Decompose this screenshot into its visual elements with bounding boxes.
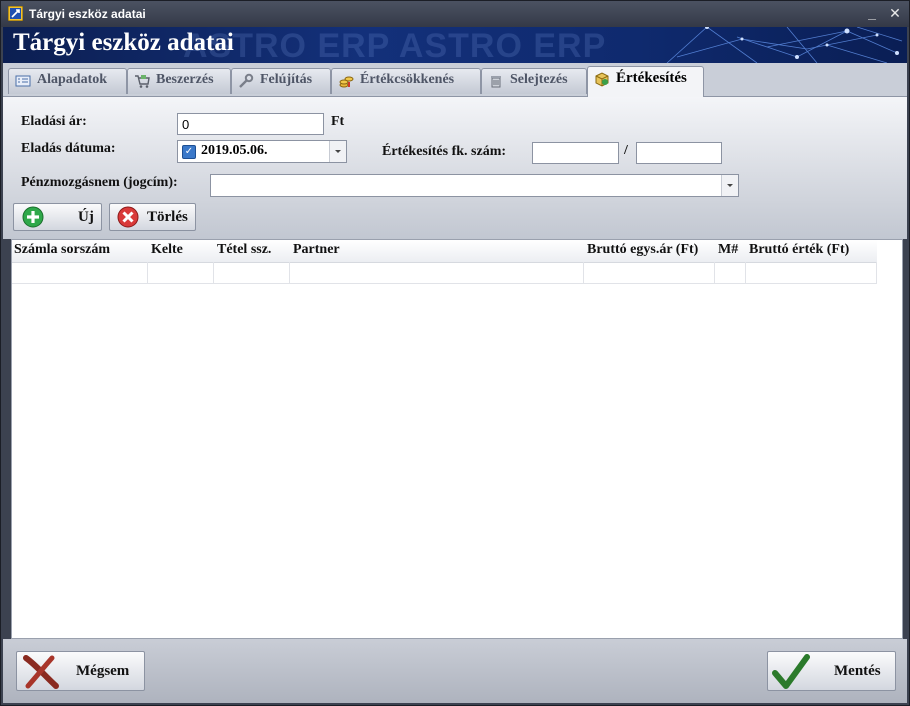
table-cell[interactable] [148,262,214,284]
wrench-icon [239,73,254,88]
cancel-button-label: Mégsem [76,663,130,679]
sale-date-value: 2019.05.06. [201,143,268,158]
account-number-label: Értékesítés fk. szám: [382,144,507,159]
coins-icon [339,76,354,88]
tab-label: Értékesítés [616,70,687,86]
cash-flow-label: Pénzmozgásnem (jogcím): [21,175,178,190]
column-header[interactable]: Kelte [149,240,183,262]
list-icon [15,75,31,87]
cash-flow-select[interactable] [210,174,739,197]
tab-alapadatok[interactable]: Alapadatok [8,68,127,94]
watermark-text: ASTRO ERP ASTRO ERP [183,27,607,63]
window: Tárgyi eszköz adatai _ ✕ ASTRO ERP ASTRO… [0,0,910,706]
save-button-label: Mentés [834,663,881,679]
table-cell[interactable] [746,262,877,284]
window-title: Tárgyi eszköz adatai [29,7,146,21]
tab-beszerzes[interactable]: Beszerzés [127,68,231,94]
tab-bar: Alapadatok Beszerzés Felújítás Értékcsök… [3,63,907,97]
currency-unit: Ft [331,114,345,129]
table-cell[interactable] [715,262,746,284]
account-number-input-1[interactable] [532,142,619,164]
account-separator: / [624,143,628,158]
invoice-table: Számla sorszám Kelte Tétel ssz. Partner … [11,239,903,639]
delete-button-label: Törlés [147,209,188,225]
sale-price-label: Eladási ár: [21,114,87,129]
tab-label: Értékcsökkenés [360,72,455,87]
footer-bar: Mégsem Mentés [3,639,907,703]
date-enabled-checkbox[interactable]: ✓ [182,145,196,159]
table-cell[interactable] [12,262,148,284]
table-cell[interactable] [214,262,290,284]
cancel-x-icon [23,655,59,689]
new-button[interactable]: Új [13,203,102,231]
sale-date-picker[interactable]: ✓ 2019.05.06. [177,140,347,163]
column-header[interactable]: Bruttó egys.ár (Ft) [585,240,698,262]
page-title: Tárgyi eszköz adatai [13,29,234,56]
table-cell[interactable] [584,262,715,284]
column-header[interactable]: Bruttó érték (Ft) [747,240,849,262]
box-icon [595,72,609,87]
tab-felujitas[interactable]: Felújítás [231,68,331,94]
tab-label: Selejtezés [510,72,568,87]
minimize-button[interactable]: _ [863,4,881,22]
checkmark-icon [772,654,810,689]
network-graphic-icon [666,27,903,63]
sale-price-input[interactable] [177,113,324,135]
tab-label: Felújítás [260,72,313,87]
new-button-label: Új [78,209,94,225]
tab-label: Beszerzés [156,72,214,87]
trash-icon [491,76,501,88]
chevron-down-icon[interactable] [329,141,346,162]
tab-selejtezes[interactable]: Selejtezés [481,68,587,94]
title-bar: Tárgyi eszköz adatai _ ✕ [1,1,909,27]
plus-icon [22,206,44,228]
cart-icon [135,75,150,88]
cancel-button[interactable]: Mégsem [16,651,145,691]
tab-ertekcsokkenes[interactable]: Értékcsökkenés [331,68,481,94]
tab-label: Alapadatok [37,72,108,87]
chevron-down-icon[interactable] [721,175,738,196]
delete-button[interactable]: Törlés [109,203,196,231]
save-button[interactable]: Mentés [767,651,896,691]
close-button[interactable]: ✕ [886,4,904,22]
column-header[interactable]: Tétel ssz. [215,240,271,262]
tab-ertekesites[interactable]: Értékesítés [587,66,704,97]
column-header[interactable]: Partner [291,240,340,262]
app-icon [8,6,23,21]
account-number-input-2[interactable] [636,142,722,164]
sale-form-panel: Eladási ár: Ft Eladás dátuma: ✓ 2019.05.… [3,96,907,239]
column-header[interactable]: Számla sorszám [12,240,110,262]
header-banner: ASTRO ERP ASTRO ERP Tárgyi eszköz adatai [3,27,907,63]
table-cell[interactable] [290,262,584,284]
sale-date-label: Eladás dátuma: [21,141,116,156]
column-header[interactable]: M# [716,240,738,262]
delete-icon [117,206,139,228]
